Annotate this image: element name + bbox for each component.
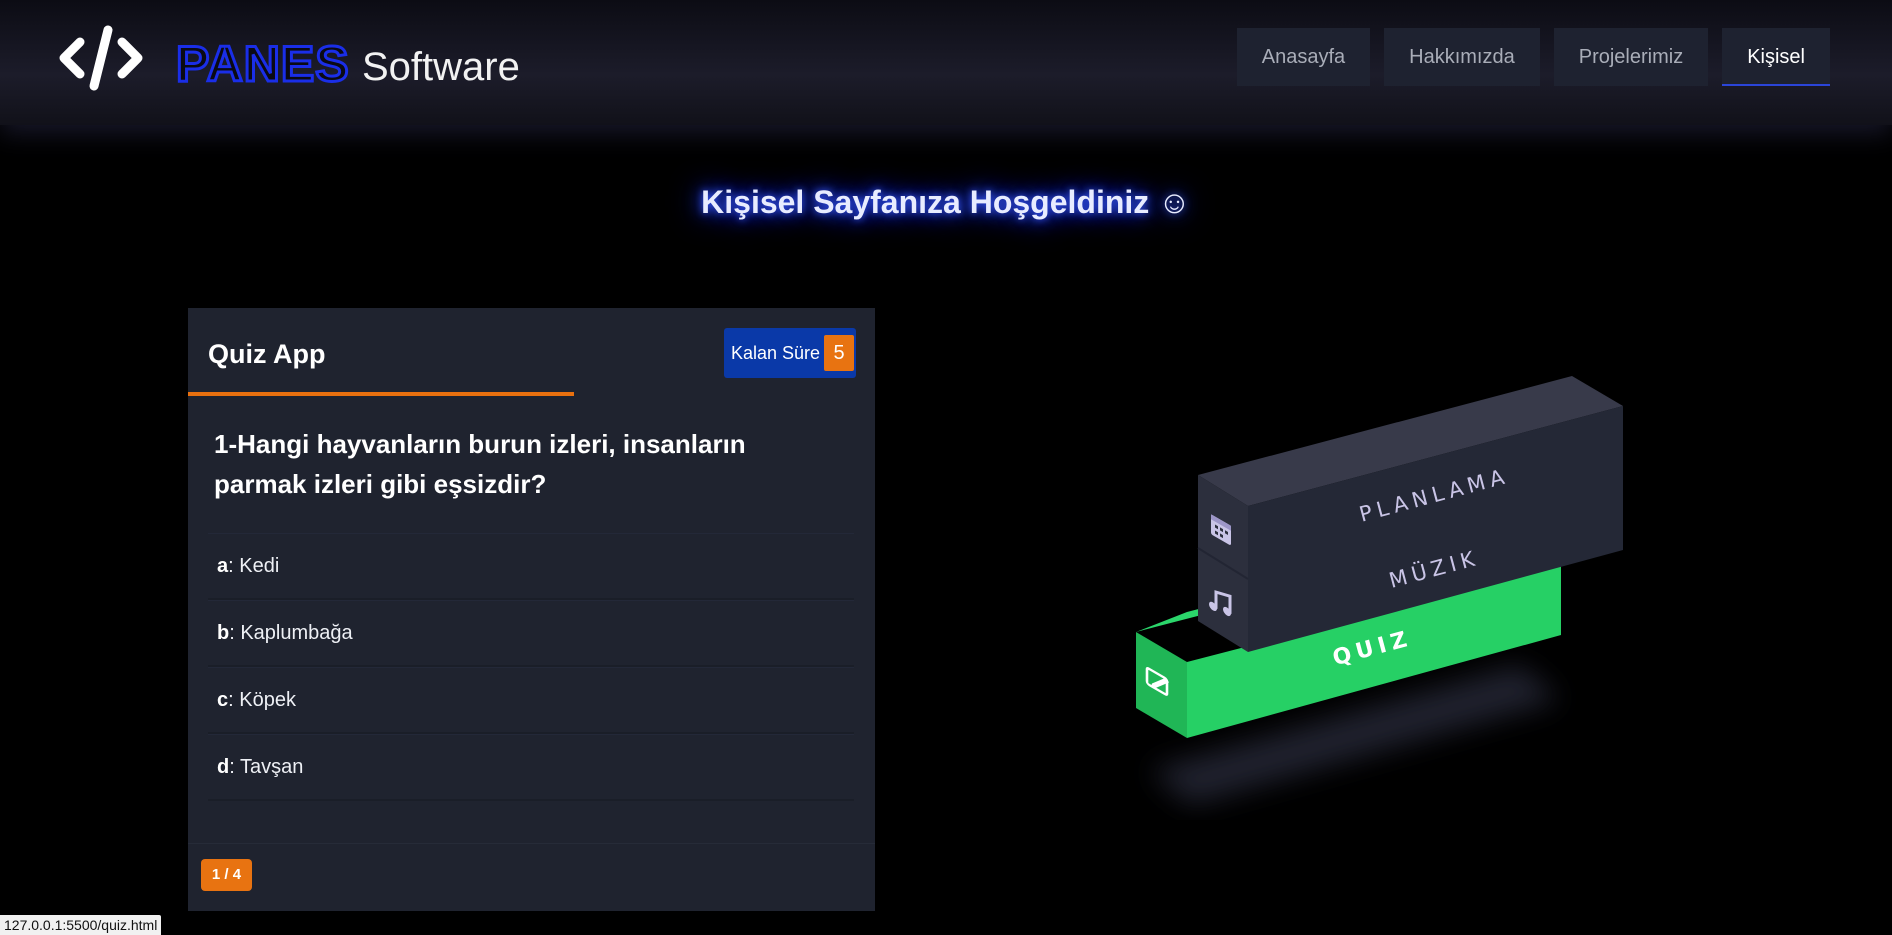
time-progress-line [188, 392, 574, 396]
main-nav: Anasayfa Hakkımızda Projelerimiz Kişisel [1236, 28, 1830, 86]
answer-option-b[interactable]: b : Kaplumbağa [208, 600, 854, 667]
quiz-footer-divider [188, 843, 875, 844]
nav-link-anasayfa[interactable]: Anasayfa [1236, 28, 1371, 86]
option-letter: b [217, 621, 230, 644]
option-letter: a [217, 554, 229, 577]
answer-option-a[interactable]: a : Kedi [208, 533, 854, 600]
nav-link-hakkimizda[interactable]: Hakkımızda [1384, 28, 1540, 86]
nav-link-kisisel[interactable]: Kişisel [1722, 28, 1830, 86]
question-text: 1-Hangi hayvanların burun izleri, insanl… [214, 429, 746, 499]
quiz-title: Quiz App [208, 339, 326, 369]
option-text: : Köpek [228, 688, 296, 711]
status-bar-url: 127.0.0.1:5500/quiz.html [0, 915, 162, 935]
option-letter: d [217, 755, 230, 778]
brand-name[interactable]: PANES [175, 34, 351, 94]
option-text: : Kaplumbağa [229, 621, 353, 644]
answer-list: a : Kedi b : Kaplumbağa c : Köpek d : Ta… [208, 533, 854, 801]
question-counter-badge: 1 / 4 [201, 859, 252, 891]
welcome-heading: Kişisel Sayfanıza Hoşgeldiniz ☺ [701, 184, 1191, 220]
brand-subtitle: Software [362, 45, 520, 89]
isometric-menu: QUIZ PLANLAMA MÜZIK [1136, 376, 1623, 805]
nav-link-projelerimiz[interactable]: Projelerimiz [1553, 28, 1709, 86]
quiz-card: Quiz App Kalan Süre 5 1-Hangi hayvanları… [188, 308, 875, 911]
answer-option-c[interactable]: c : Köpek [208, 667, 854, 734]
timer-value: 5 [824, 335, 855, 371]
timer-label: Kalan Süre [731, 342, 821, 363]
code-logo-icon[interactable] [58, 24, 144, 92]
option-text: : Tavşan [229, 755, 304, 778]
option-text: : Kedi [228, 554, 280, 577]
option-letter: c [217, 688, 229, 711]
answer-option-d[interactable]: d : Tavşan [208, 734, 854, 801]
quiz-header: Quiz App Kalan Süre 5 [188, 308, 875, 396]
timer-badge: Kalan Süre 5 [724, 328, 856, 378]
site-header: PANES Software Anasayfa Hakkımızda Proje… [0, 0, 1892, 125]
